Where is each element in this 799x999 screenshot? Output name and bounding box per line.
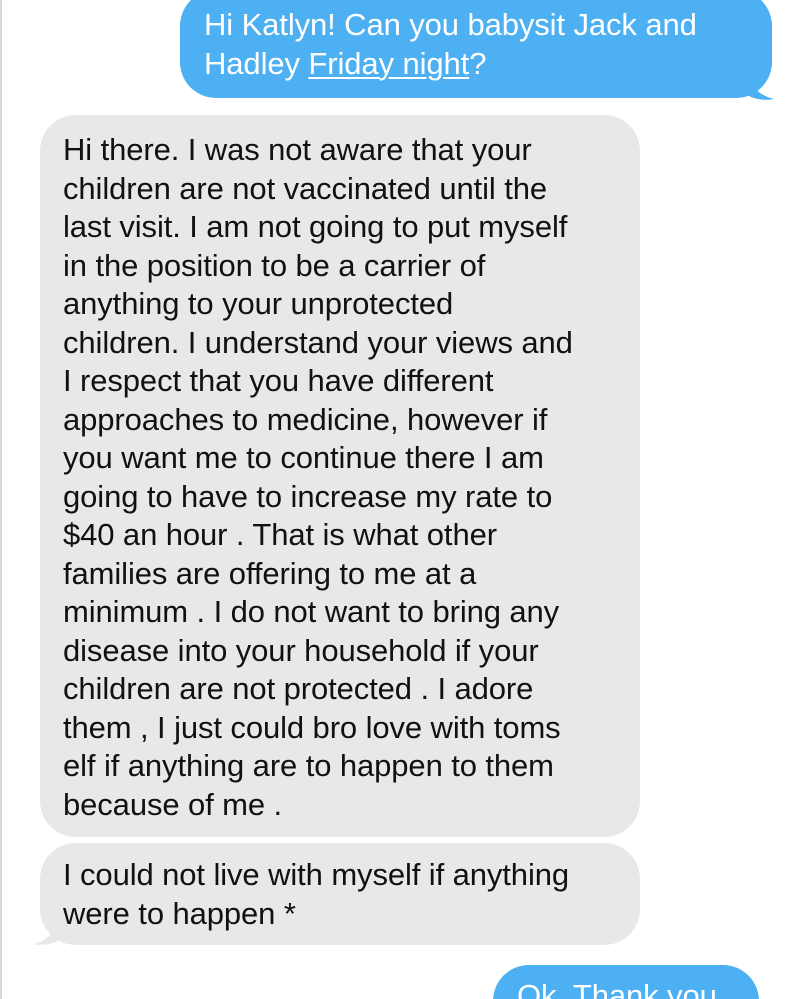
- message-bubble-received[interactable]: I could not live with myself if anything…: [40, 843, 640, 945]
- message-line: anything to your unprotected: [63, 286, 454, 321]
- message-line: Hi Katlyn! Can you babysit Jack and: [204, 7, 697, 42]
- message-line: children are not protected . I adore: [63, 671, 534, 706]
- message-line: approaches to medicine, however if: [63, 401, 548, 437]
- message-bubble-received[interactable]: Hi there. I was not aware that your chil…: [40, 115, 640, 837]
- message-line: I could not live with myself if anything: [63, 857, 570, 892]
- message-line: $40 an hour . That is what other: [63, 517, 497, 552]
- message-line: disease into your household if your: [63, 632, 539, 668]
- sent-bubble-tail: [746, 72, 774, 100]
- message-thread: Hi Katlyn! Can you babysit Jack and Hadl…: [0, 0, 799, 999]
- message-line: elf if anything are to happen to them: [63, 748, 554, 783]
- message-line: minimum . I do not want to bring any: [63, 594, 560, 629]
- message-text: ?: [469, 45, 487, 81]
- message-line: you want me to continue there I am: [63, 440, 544, 475]
- date-link[interactable]: Friday night: [308, 46, 469, 81]
- message-bubble-sent[interactable]: Ok. Thank you: [493, 965, 759, 999]
- message-line: families are offering to me at a: [63, 555, 477, 591]
- message-line: going to have to increase my rate to: [63, 478, 553, 514]
- message-line: Hi there. I was not aware that your: [63, 132, 532, 167]
- message-line: in the position to be a carrier of: [63, 247, 486, 283]
- left-edge-divider: [0, 0, 2, 999]
- message-line: Hadley Friday night?: [204, 45, 746, 84]
- message-bubble-sent[interactable]: Hi Katlyn! Can you babysit Jack and Hadl…: [180, 0, 772, 98]
- received-bubble-tail: [33, 917, 61, 945]
- message-line: children. I understand your views and: [63, 324, 573, 360]
- message-line: last visit. I am not going to put myself: [63, 209, 568, 244]
- message-line: because of me .: [63, 786, 283, 822]
- message-line: Ok. Thank you: [517, 978, 717, 999]
- message-line: children are not vaccinated until the: [63, 170, 547, 206]
- message-line: them , I just could bro love with toms: [63, 709, 561, 745]
- message-line: I respect that you have different: [63, 363, 494, 398]
- message-text: Hadley: [204, 45, 309, 81]
- message-line: were to happen *: [63, 895, 296, 931]
